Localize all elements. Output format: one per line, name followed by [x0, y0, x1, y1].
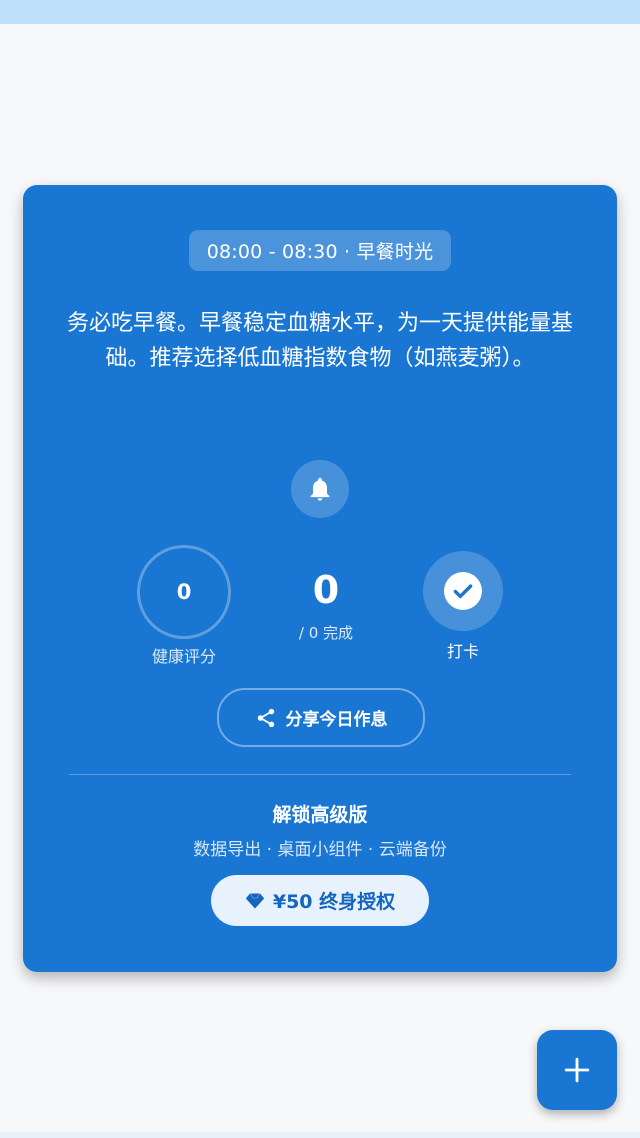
reminder-button[interactable]: [291, 460, 349, 518]
diamond-icon: [245, 893, 265, 908]
buy-label: ¥50 终身授权: [272, 891, 396, 913]
share-today-button[interactable]: 分享今日作息: [217, 688, 425, 747]
status-bar: [0, 0, 640, 24]
buy-lifetime-button[interactable]: ¥50 终身授权: [211, 875, 429, 926]
check-circle-icon: [444, 572, 482, 610]
share-icon: [257, 708, 274, 727]
add-button[interactable]: [537, 1030, 617, 1110]
health-score-value: 0: [176, 580, 192, 604]
completed-count: 0: [312, 568, 340, 612]
advice-text: 务必吃早餐。早餐稳定血糖水平，为一天提供能量基础。推荐选择低血糖指数食物（如燕麦…: [66, 311, 573, 371]
premium-features: 数据导出 · 桌面小组件 · 云端备份: [193, 840, 447, 860]
divider: [69, 774, 571, 775]
time-slot-badge: 08:00 - 08:30 · 早餐时光: [189, 230, 451, 271]
premium-title: 解锁高级版: [272, 804, 368, 826]
checkin-button[interactable]: [423, 551, 503, 631]
health-score-label: 健康评分: [151, 647, 216, 666]
bottom-bar: [0, 1132, 640, 1138]
bell-icon: [310, 477, 330, 501]
health-score-ring: 0: [137, 545, 231, 639]
plus-icon: [564, 1057, 590, 1083]
schedule-card: 08:00 - 08:30 · 早餐时光 务必吃早餐。早餐稳定血糖水平，为一天提…: [23, 185, 617, 972]
checkin-label: 打卡: [446, 642, 479, 661]
completion-subtitle: / 0 完成: [298, 624, 354, 642]
share-label: 分享今日作息: [285, 710, 388, 730]
